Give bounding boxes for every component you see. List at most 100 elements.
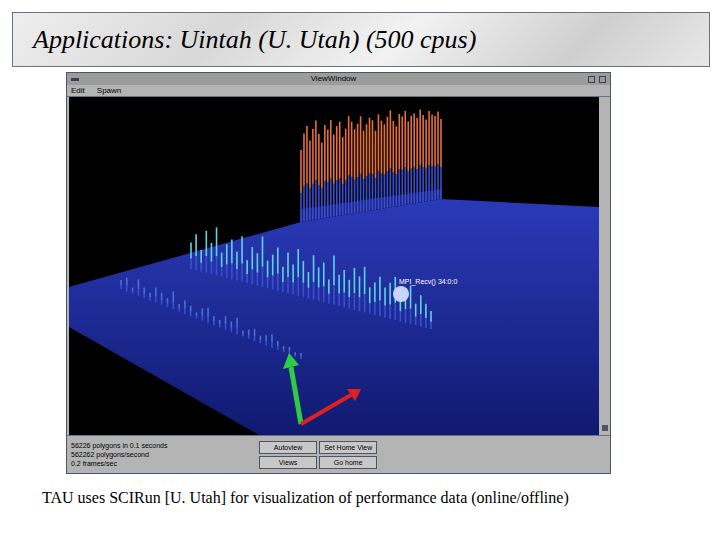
view-button[interactable]: Autoview: [259, 441, 317, 454]
spike: [206, 231, 207, 273]
render-canvas[interactable]: MPI_Recv() 34:0:0: [69, 97, 599, 435]
slide: Applications: Uintah (U. Utah) (500 cpus…: [0, 0, 720, 540]
spike: [266, 335, 267, 346]
spike: [301, 353, 302, 359]
spike: [357, 124, 358, 213]
viewer-window[interactable]: ViewWindow Edit Spawn MPI_Recv() 34:0:0 5622…: [66, 72, 611, 474]
spike: [363, 131, 364, 212]
view-button[interactable]: Go home: [319, 456, 377, 469]
spike: [282, 267, 283, 292]
spike: [132, 288, 133, 294]
spike: [423, 115, 424, 202]
spike: [121, 280, 122, 289]
spike: [385, 288, 386, 318]
spike: [432, 114, 433, 200]
spike: [408, 121, 409, 204]
spike: [267, 261, 268, 289]
title-bar[interactable]: ViewWindow: [67, 73, 610, 85]
spike: [202, 309, 203, 321]
spike: [344, 270, 345, 307]
spike: [354, 129, 355, 213]
spike: [219, 320, 220, 328]
title-box: Applications: Uintah (U. Utah) (500 cpus…: [12, 12, 710, 67]
spike: [402, 116, 403, 205]
spike: [396, 126, 397, 206]
bottom-panel: 56226 polygons in 0.1 seconds562262 poly…: [67, 435, 610, 473]
spike: [323, 263, 324, 303]
spike: [327, 130, 328, 218]
spike: [405, 111, 406, 205]
spike: [379, 277, 380, 317]
spike: [372, 120, 373, 210]
spike: [242, 330, 243, 336]
spike: [254, 329, 255, 341]
spike: [354, 268, 355, 310]
floor-plane: [69, 199, 599, 435]
spike: [342, 137, 343, 215]
button-grid: AutoviewSet Home ViewViewsGo home: [259, 441, 377, 469]
minimize-icon[interactable]: [588, 76, 595, 83]
window-menu-icon[interactable]: [71, 78, 79, 81]
spike: [415, 304, 416, 326]
spike: [179, 304, 180, 312]
spike: [381, 121, 382, 209]
spike: [366, 124, 367, 211]
pick-sphere-icon[interactable]: [393, 286, 409, 302]
spike: [237, 318, 238, 335]
spike: [196, 234, 197, 270]
menu-bar: Edit Spawn: [67, 85, 610, 97]
spike: [191, 243, 192, 269]
spike: [426, 119, 427, 201]
menu-item[interactable]: Edit: [71, 87, 85, 95]
spike: [414, 113, 415, 203]
spike: [225, 316, 226, 330]
status-line: 0.2 frames/sec: [71, 459, 251, 468]
spike: [271, 334, 272, 348]
view-button[interactable]: Set Home View: [319, 441, 377, 454]
spike: [425, 304, 426, 328]
view-button[interactable]: Views: [259, 456, 317, 469]
spike: [345, 129, 346, 215]
spike: [295, 352, 296, 357]
spike: [211, 243, 212, 274]
spike: [138, 279, 139, 296]
spike: [378, 114, 379, 209]
spike: [173, 291, 174, 309]
spike: [375, 131, 376, 210]
spike: [393, 121, 394, 207]
spike: [333, 135, 334, 217]
spike: [184, 300, 185, 314]
status-line: 562262 polygons/second: [71, 450, 251, 459]
spike: [339, 275, 340, 306]
spike: [201, 250, 202, 272]
spike: [339, 122, 340, 216]
canvas-background: [69, 97, 599, 435]
axes-icon: [283, 353, 361, 424]
spike: [262, 236, 263, 286]
spike: [190, 306, 191, 317]
spike: [315, 121, 316, 220]
spike: [277, 341, 278, 350]
spike: [213, 316, 214, 325]
menu-item[interactable]: Spawn: [97, 87, 121, 95]
spike: [252, 247, 253, 284]
series: [121, 278, 301, 359]
spike: [336, 126, 337, 216]
performance-plot[interactable]: MPI_Recv() 34:0:0: [69, 97, 599, 435]
spike: [431, 311, 432, 329]
spike: [429, 111, 430, 201]
maximize-icon[interactable]: [599, 76, 606, 83]
status-area: 56226 polygons in 0.1 seconds562262 poly…: [71, 441, 251, 468]
spike: [260, 336, 261, 344]
spike: [306, 126, 307, 221]
spike: [312, 129, 313, 220]
spike: [308, 272, 309, 298]
spike: [216, 227, 217, 275]
spike: [126, 278, 127, 292]
spike: [161, 293, 162, 305]
spike: [390, 110, 391, 207]
spike: [321, 143, 322, 219]
spike: [399, 114, 400, 206]
spike: [208, 308, 209, 323]
resize-handle-icon[interactable]: [602, 425, 608, 431]
